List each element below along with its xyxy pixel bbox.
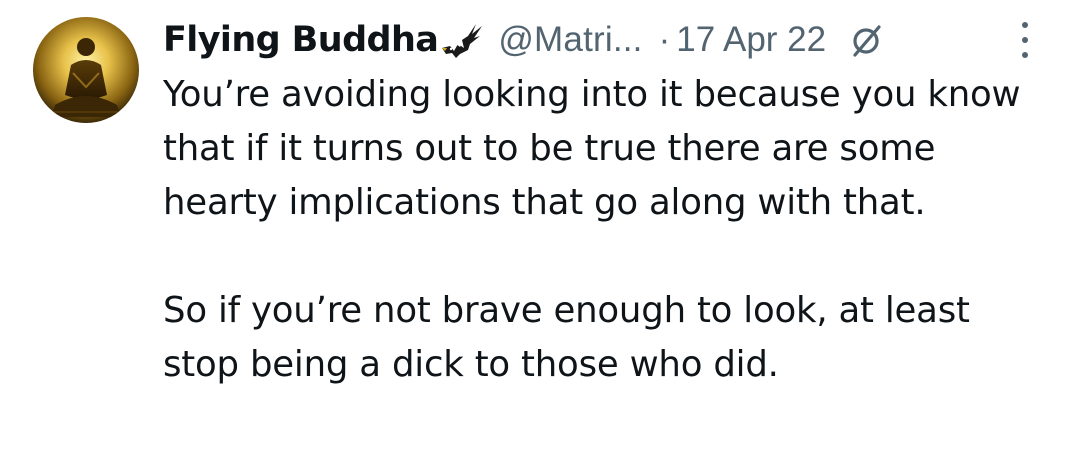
- tweet-paragraph: You’re avoiding looking into it because …: [163, 74, 1021, 223]
- globe-icon: [846, 20, 886, 60]
- tweet: Flying Buddha @Matri... · 17 Apr 22 You’…: [0, 0, 1080, 451]
- author-handle[interactable]: @Matri...: [498, 20, 642, 60]
- more-dot: [1022, 22, 1028, 28]
- buddha-avatar-icon: [33, 17, 139, 123]
- author-avatar[interactable]: [33, 17, 139, 123]
- tweet-paragraph: So if you’re not brave enough to look, a…: [163, 290, 970, 385]
- more-options-icon[interactable]: [1015, 22, 1035, 58]
- eagle-icon: [438, 20, 484, 60]
- more-dot: [1022, 37, 1028, 43]
- author-name[interactable]: Flying Buddha: [163, 20, 439, 60]
- tweet-text: You’re avoiding looking into it because …: [163, 68, 1043, 392]
- header-separator: ·: [658, 20, 671, 59]
- more-dot: [1022, 52, 1028, 58]
- tweet-date[interactable]: 17 Apr 22: [676, 20, 826, 60]
- tweet-header: Flying Buddha @Matri... · 17 Apr 22: [163, 12, 886, 68]
